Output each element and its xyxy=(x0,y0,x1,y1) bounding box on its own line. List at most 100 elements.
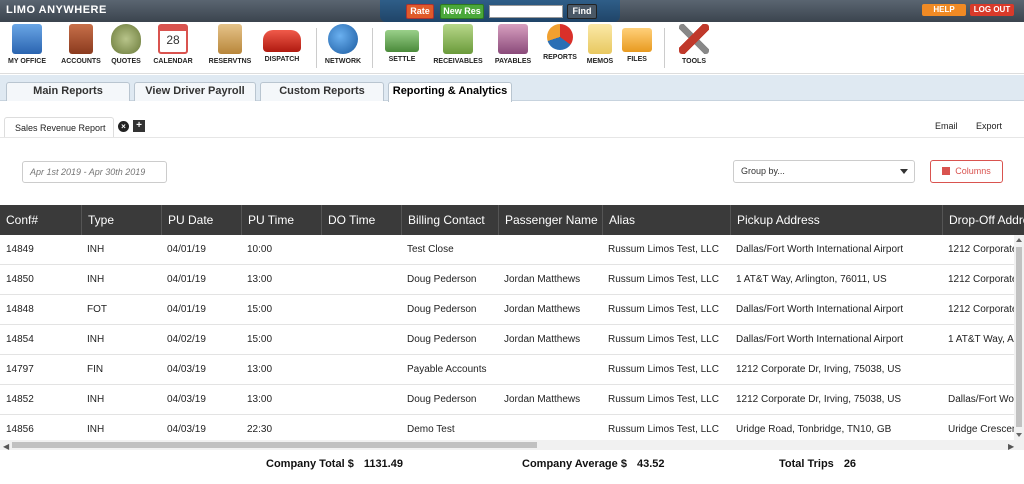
cell-billing-contact: Doug Pederson xyxy=(407,274,477,285)
tab-main-reports[interactable]: Main Reports xyxy=(6,82,130,101)
scroll-thumb[interactable] xyxy=(12,442,537,448)
email-link[interactable]: Email xyxy=(935,121,958,131)
rate-button[interactable]: Rate xyxy=(406,4,434,19)
total-trips-label: Total Trips xyxy=(779,458,834,470)
group-by-select[interactable]: Group by... xyxy=(733,160,915,183)
cell-pu-date: 04/02/19 xyxy=(167,334,206,345)
new-reservation-button[interactable]: New Res xyxy=(440,4,484,19)
scroll-thumb[interactable] xyxy=(1016,247,1022,427)
toolbar-receivables[interactable]: RECEIVABLES xyxy=(430,24,486,72)
tools-icon xyxy=(679,24,709,54)
column-header-dropoff-address[interactable]: Drop-Off Address xyxy=(942,205,1024,235)
cell-alias: Russum Limos Test, LLC xyxy=(608,394,719,405)
toolbar-network[interactable]: NETWORK xyxy=(322,24,364,72)
tab-custom-reports[interactable]: Custom Reports xyxy=(260,82,384,101)
cell-billing-contact: Payable Accounts xyxy=(407,364,487,375)
cell-pu-time: 22:30 xyxy=(247,424,273,435)
globe-icon xyxy=(328,24,358,54)
toolbar-files[interactable]: FILES xyxy=(620,24,654,72)
total-trips: Total Trips 26 xyxy=(779,458,856,470)
toolbar-accounts[interactable]: ACCOUNTS xyxy=(58,24,104,72)
toolbar-calendar[interactable]: 28 CALENDAR xyxy=(150,24,196,72)
toolbar-reservations[interactable]: RESERVTNS xyxy=(204,24,256,72)
search-input[interactable] xyxy=(489,5,563,18)
toolbar-payables[interactable]: PAYABLES xyxy=(490,24,536,72)
toolbar-settle[interactable]: SETTLE xyxy=(382,24,422,72)
toolbar-label: NETWORK xyxy=(324,58,362,65)
horizontal-scrollbar[interactable]: ◀ ▶ xyxy=(0,440,1024,451)
columns-icon xyxy=(942,167,951,175)
column-header-alias[interactable]: Alias xyxy=(602,205,730,235)
columns-label: Columns xyxy=(955,166,991,176)
toolbar-quotes[interactable]: QUOTES xyxy=(108,24,144,72)
column-header-passenger-name[interactable]: Passenger Name xyxy=(498,205,602,235)
toolbar-divider xyxy=(316,28,317,68)
vertical-scrollbar[interactable] xyxy=(1014,235,1024,440)
cell-pickup-address: 1212 Corporate Dr, Irving, 75038, US xyxy=(736,394,902,405)
scroll-left-icon[interactable]: ◀ xyxy=(3,442,9,451)
table-row[interactable]: 14797 FIN 04/03/19 13:00 Payable Accounts Rus… xyxy=(0,355,1014,385)
cell-pu-time: 13:00 xyxy=(247,364,273,375)
column-header-pu-date[interactable]: PU Date xyxy=(161,205,241,235)
column-header-conf[interactable]: Conf# xyxy=(0,205,81,235)
cell-alias: Russum Limos Test, LLC xyxy=(608,334,719,345)
table-row[interactable]: 14850 INH 04/01/19 13:00 Doug Pederson Jordan… xyxy=(0,265,1014,295)
cell-conf: 14848 xyxy=(6,304,34,315)
scroll-down-icon[interactable] xyxy=(1016,433,1022,437)
column-header-do-time[interactable]: DO Time xyxy=(321,205,401,235)
export-link[interactable]: Export xyxy=(976,121,1002,131)
cell-pickup-address: Dallas/Fort Worth International Airport xyxy=(736,304,904,315)
cash-icon xyxy=(385,30,419,52)
cell-dropoff-address: Uridge Crescent xyxy=(948,424,1014,435)
report-tabs-bar: Main Reports View Driver Payroll Custom … xyxy=(0,75,1024,102)
table-row[interactable]: 14854 INH 04/02/19 15:00 Doug Pederson Jordan… xyxy=(0,325,1014,355)
help-button[interactable]: HELP xyxy=(922,4,966,16)
toolbar-dispatch[interactable]: DISPATCH xyxy=(260,24,304,72)
close-icon[interactable]: × xyxy=(118,121,129,132)
date-range-picker[interactable]: Apr 1st 2019 - Apr 30th 2019 xyxy=(22,161,167,183)
toolbar-my-office[interactable]: MY OFFICE xyxy=(3,24,51,72)
toolbar-memos[interactable]: MEMOS xyxy=(584,24,616,72)
tab-view-driver-payroll[interactable]: View Driver Payroll xyxy=(134,82,256,101)
toolbar-tools[interactable]: TOOLS xyxy=(674,24,714,72)
column-header-billing-contact[interactable]: Billing Contact xyxy=(401,205,498,235)
report-tab-sales-revenue[interactable]: Sales Revenue Report xyxy=(4,117,114,137)
add-tab-icon[interactable]: + xyxy=(133,120,145,132)
money-bag-icon xyxy=(111,24,141,54)
cell-do-time xyxy=(321,415,401,440)
cell-pickup-address: Uridge Road, Tonbridge, TN10, GB xyxy=(736,424,892,435)
table-row[interactable]: 14852 INH 04/03/19 13:00 Doug Pederson Jordan… xyxy=(0,385,1014,415)
cell-dropoff-address: Dallas/Fort Worth xyxy=(948,394,1014,405)
cell-type: FIN xyxy=(87,364,104,375)
inbox-out-icon xyxy=(498,24,528,54)
cell-alias: Russum Limos Test, LLC xyxy=(608,274,719,285)
cell-passenger-name: Jordan Matthews xyxy=(504,394,581,405)
table-row[interactable]: 14848 FOT 04/01/19 15:00 Doug Pederson Jordan… xyxy=(0,295,1014,325)
column-header-type[interactable]: Type xyxy=(81,205,161,235)
cell-pickup-address: 1 AT&T Way, Arlington, 76011, US xyxy=(736,274,887,285)
cell-pu-date: 04/03/19 xyxy=(167,394,206,405)
toolbar-reports[interactable]: REPORTS xyxy=(540,24,580,72)
cell-type: INH xyxy=(87,274,105,285)
column-header-pickup-address[interactable]: Pickup Address xyxy=(730,205,942,235)
scroll-up-icon[interactable] xyxy=(1016,238,1022,242)
folder-icon xyxy=(622,28,652,52)
table-row[interactable]: 14849 INH 04/01/19 10:00 Test Close Russum Li… xyxy=(0,235,1014,265)
table-row[interactable]: 14856 INH 04/03/19 22:30 Demo Test Russum Lim… xyxy=(0,415,1014,440)
address-book-icon xyxy=(69,24,93,54)
toolbar-label: FILES xyxy=(627,56,647,63)
cell-conf: 14856 xyxy=(6,424,34,435)
cell-do-time xyxy=(321,385,401,415)
columns-button[interactable]: Columns xyxy=(930,160,1003,183)
divider xyxy=(0,137,1024,138)
cell-type: INH xyxy=(87,394,105,405)
clipboard-icon xyxy=(218,24,242,54)
cell-pu-time: 10:00 xyxy=(247,244,273,255)
column-header-pu-time[interactable]: PU Time xyxy=(241,205,321,235)
find-button[interactable]: Find xyxy=(567,4,597,19)
tab-reporting-analytics[interactable]: Reporting & Analytics xyxy=(388,82,512,102)
cell-pickup-address: 1212 Corporate Dr, Irving, 75038, US xyxy=(736,364,902,375)
cell-passenger-name: Jordan Matthews xyxy=(504,304,581,315)
logout-button[interactable]: LOG OUT xyxy=(970,4,1014,16)
scroll-right-icon[interactable]: ▶ xyxy=(1008,442,1014,451)
